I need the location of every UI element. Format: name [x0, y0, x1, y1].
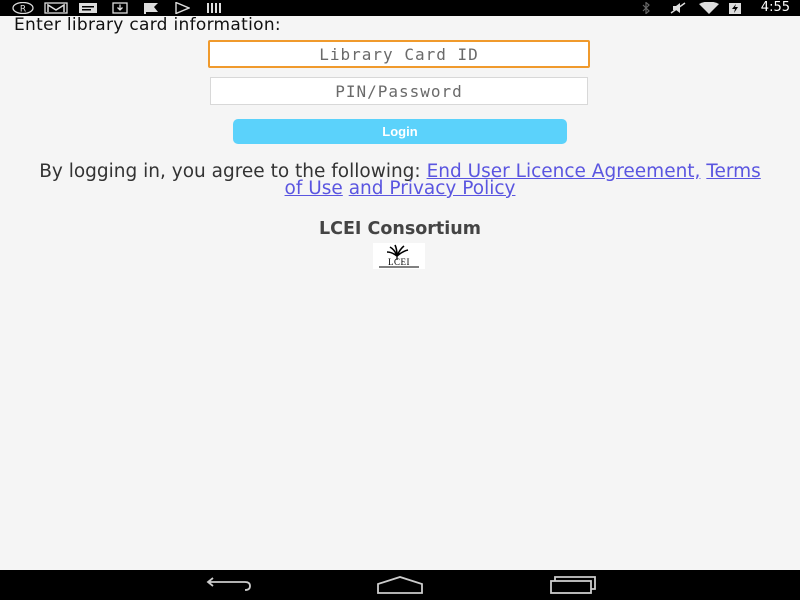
navigation-bar	[0, 570, 800, 600]
login-heading: Enter library card information:	[14, 15, 281, 35]
consortium-title: LCEI Consortium	[318, 219, 481, 239]
library-card-id-input[interactable]	[210, 42, 588, 66]
privacy-policy-link[interactable]: and Privacy Policy	[349, 178, 516, 199]
barcode-icon	[206, 2, 224, 14]
library-card-field-wrapper	[208, 40, 590, 68]
agreement-text: By logging in, you agree to the followin…	[30, 162, 770, 199]
gmail-icon	[44, 2, 68, 14]
login-button[interactable]: Login	[233, 119, 567, 144]
flag-icon	[142, 2, 160, 14]
back-icon[interactable]	[204, 574, 254, 596]
bluetooth-icon	[640, 2, 652, 14]
registered-icon: R	[12, 2, 34, 14]
home-icon[interactable]	[375, 574, 425, 596]
status-time: 4:55	[760, 0, 790, 15]
battery-charging-icon	[728, 2, 742, 14]
svg-text:R: R	[20, 5, 26, 15]
play-store-icon	[174, 2, 190, 14]
logo-text: LCEI	[388, 257, 410, 267]
lcei-logo: LCEI	[373, 243, 425, 269]
message-icon	[78, 2, 98, 14]
pin-field-wrapper	[210, 77, 588, 105]
status-bar: R 4:55	[0, 0, 800, 16]
download-icon	[112, 2, 128, 14]
mute-icon	[670, 2, 688, 14]
recents-icon[interactable]	[547, 574, 597, 596]
pin-password-input[interactable]	[211, 78, 587, 104]
wifi-icon	[698, 2, 720, 14]
